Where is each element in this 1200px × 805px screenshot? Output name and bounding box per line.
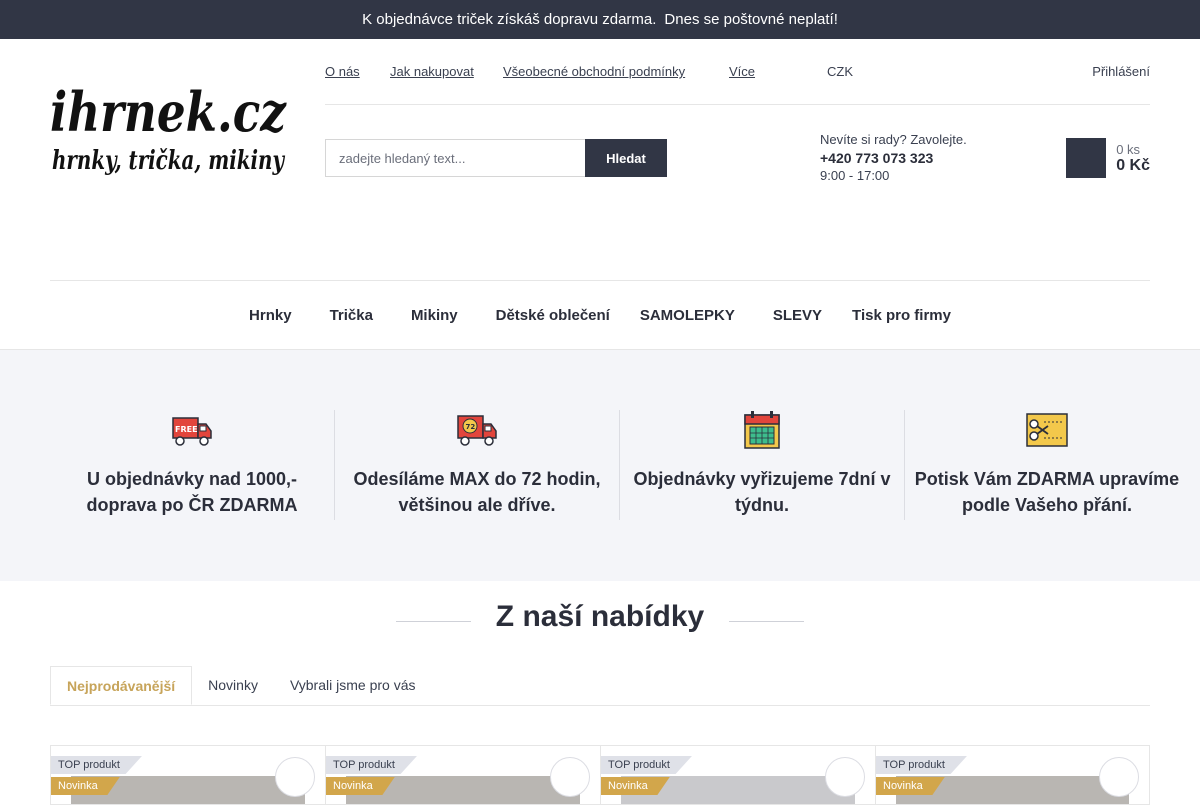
free-delivery-truck-icon: FREE [172, 417, 212, 446]
main-navigation: Hrnky Trička Mikiny Dětské oblečení SAMO… [0, 281, 1200, 350]
nav-label: Mikiny [410, 306, 458, 324]
contact-phone[interactable]: +420 773 073 323 [820, 149, 967, 167]
nav-item-slevy[interactable]: SLEVY [773, 307, 822, 324]
truck-label: FREE [175, 425, 198, 434]
announcement-text-2: Dnes se poštovné neplatí! [664, 11, 838, 28]
link-terms[interactable]: Všeobecné obchodní podmínky [503, 64, 685, 79]
nav-label: Hrnky [249, 306, 292, 324]
flag-top-product: TOP produkt [601, 756, 692, 774]
search-button[interactable]: Hledat [585, 139, 667, 177]
flag-top-product: TOP produkt [876, 756, 967, 774]
nav-item-tisk-pro-firmy[interactable]: Tisk pro firmy [852, 307, 951, 324]
search-input[interactable] [325, 139, 585, 177]
link-more[interactable]: Více [729, 64, 755, 79]
benefit-free-delivery: FREE U objednávky nad 1000,- doprava po … [50, 410, 335, 520]
coupon-scissors-icon [1026, 413, 1068, 447]
link-how-to-buy[interactable]: Jak nakupovat [390, 64, 474, 79]
cart[interactable]: 0 ks 0 Kč [1066, 138, 1150, 178]
favorite-icon[interactable] [825, 757, 865, 797]
product-card[interactable]: TOP produkt Novinka [600, 745, 875, 805]
top-links: O nás Jak nakupovat Všeobecné obchodní p… [325, 39, 1150, 105]
benefit-text: Odesíláme MAX do 72 hodin, většinou ale … [353, 469, 601, 515]
benefit-text: U objednávky nad 1000,- doprava po ČR ZD… [86, 469, 298, 515]
nav-item-mikiny[interactable]: Mikiny [411, 307, 466, 324]
product-grid: TOP produkt Novinka TOP produkt Novinka … [50, 745, 1151, 805]
product-card[interactable]: TOP produkt Novinka [325, 745, 600, 805]
search-form: Hledat [325, 139, 667, 177]
nav-label: Dětské oblečení [495, 306, 610, 324]
nav-label: Tisk pro firmy [852, 306, 951, 324]
announcement-text: K objednávce triček získáš dopravu zdarm… [362, 11, 657, 28]
nav-item-hrnky[interactable]: Hrnky [249, 307, 300, 324]
favorite-icon[interactable] [1099, 757, 1139, 797]
tab-recommended[interactable]: Vybrali jsme pro vás [274, 666, 432, 705]
72h-delivery-truck-icon: 72 [457, 415, 497, 446]
nav-label: Trička [329, 306, 373, 324]
favorite-icon[interactable] [550, 757, 590, 797]
tab-bestsellers[interactable]: Nejprodávanější [50, 666, 193, 705]
product-card[interactable]: TOP produkt Novinka [875, 745, 1150, 805]
nav-label: SAMOLEPKY [639, 306, 735, 324]
logo-line-2: hrnky, trička, mikiny [52, 146, 285, 176]
site-logo[interactable]: ihrnek.cz hrnky, trička, mikiny [50, 73, 290, 177]
contact-info: Nevíte si rady? Zavolejte. +420 773 073 … [800, 131, 967, 185]
site-header: ihrnek.cz hrnky, trička, mikiny O nás Ja… [50, 39, 1150, 281]
product-card[interactable]: TOP produkt Novinka [50, 745, 325, 805]
benefit-text: Potisk Vám ZDARMA upravíme podle Vašeho … [914, 469, 1180, 515]
nav-label: SLEVY [772, 306, 823, 324]
flag-top-product: TOP produkt [326, 756, 417, 774]
favorite-icon[interactable] [275, 757, 315, 797]
announcement-bar: K objednávce triček získáš dopravu zdarm… [0, 0, 1200, 39]
logo-line-1: ihrnek.cz [50, 80, 287, 144]
nav-item-detske-obleceni[interactable]: Dětské oblečení [496, 307, 610, 324]
contact-hours: 9:00 - 17:00 [820, 168, 890, 183]
login-link[interactable]: Přihlášení [1092, 64, 1150, 79]
benefit-free-design: Potisk Vám ZDARMA upravíme podle Vašeho … [905, 410, 1189, 520]
offer-heading: Z naší nabídky [0, 600, 1200, 634]
currency-value: CZK [827, 64, 853, 79]
flag-top-product: TOP produkt [51, 756, 142, 774]
product-tabs: Nejprodávanější Novinky Vybrali jsme pro… [50, 666, 1150, 706]
login-area[interactable]: Přihlášení [1072, 64, 1150, 79]
cart-quantity: 0 ks [1116, 141, 1141, 157]
calendar-icon [744, 411, 780, 449]
benefit-fast-dispatch: 72 Odesíláme MAX do 72 hodin, většinou a… [335, 410, 620, 520]
benefits-strip: FREE U objednávky nad 1000,- doprava po … [0, 350, 1200, 581]
nav-item-samolepky[interactable]: SAMOLEPKY [640, 307, 743, 324]
more-menu[interactable]: Více [721, 64, 755, 79]
link-about[interactable]: O nás [325, 64, 360, 79]
nav-item-tricka[interactable]: Trička [330, 307, 381, 324]
divider-line [728, 621, 804, 623]
divider-line [396, 621, 472, 623]
currency-select[interactable]: CZK [821, 64, 859, 79]
truck-label: 72 [466, 423, 476, 431]
cart-total: 0 Kč [1116, 156, 1150, 174]
benefit-text: Objednávky vyřizujeme 7dní v týdnu. [633, 469, 891, 515]
section-title: Z naší nabídky [495, 600, 705, 633]
benefit-seven-days: Objednávky vyřizujeme 7dní v týdnu. [620, 410, 905, 520]
tab-new[interactable]: Novinky [192, 666, 274, 705]
cart-icon[interactable] [1066, 138, 1107, 178]
contact-prompt: Nevíte si rady? Zavolejte. [820, 132, 967, 147]
